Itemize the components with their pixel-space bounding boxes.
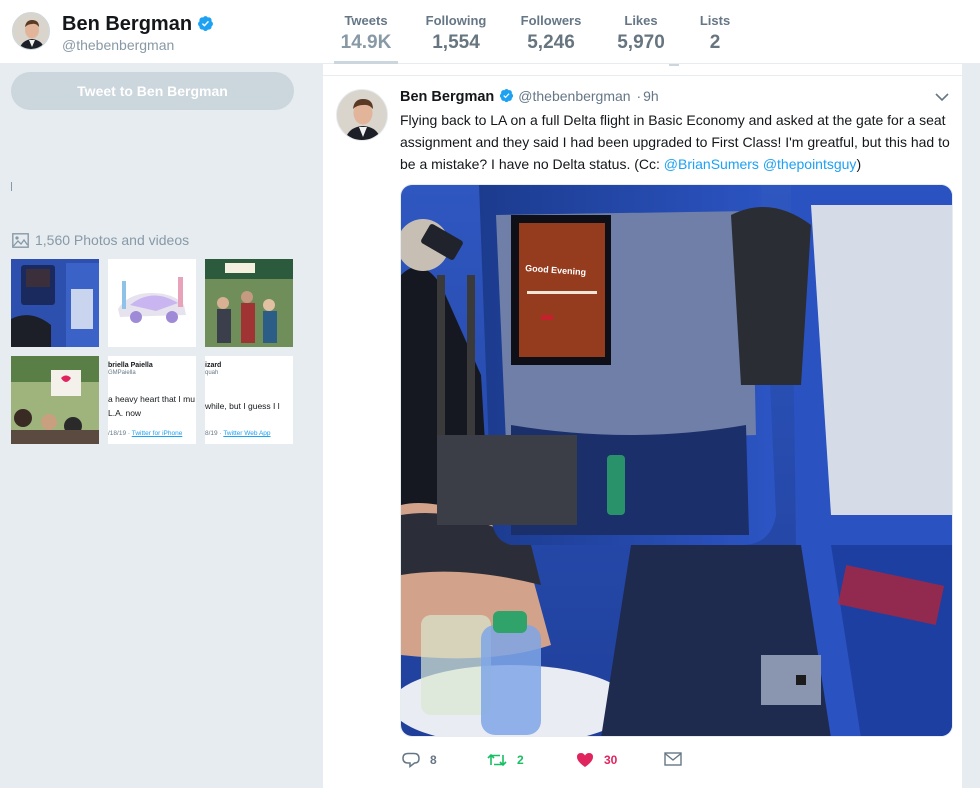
tweet-card-date: /18/19 · Twitter for iPhone xyxy=(108,430,182,438)
separator-dot: · xyxy=(636,88,642,104)
profile-name-text: Ben Bergman xyxy=(62,13,193,35)
tweet-card-thumbnail[interactable]: briella Paiella GMPaiella a heavy heart … xyxy=(108,356,196,444)
tweet-card-date-text: /18/19 · xyxy=(108,430,132,437)
photos-videos-label: 1,560 Photos and videos xyxy=(35,232,190,248)
stat-lists[interactable]: Lists 2 xyxy=(698,13,732,54)
profile-handle[interactable]: @thebenbergman xyxy=(62,37,174,53)
tweet-card-source: Twitter Web App xyxy=(223,430,271,437)
mention-link[interactable]: @thepointsguy xyxy=(763,156,857,172)
stat-followers-label: Followers xyxy=(520,13,582,28)
photos-videos-link[interactable]: 1,560 Photos and videos xyxy=(12,232,189,248)
tweet-card-handle: quah xyxy=(205,370,219,376)
stat-likes[interactable]: Likes 5,970 xyxy=(612,13,670,54)
tweet-header: Ben Bergman @thebenbergman · 9h xyxy=(400,88,659,105)
tweet-card-text: L.A. now xyxy=(108,408,142,418)
tweet-card-text: while, but I guess I l xyxy=(205,401,280,411)
stat-tweets-value: 14.9K xyxy=(340,32,392,53)
tweet-card-thumbnail[interactable]: izard quah while, but I guess I l 8/19 ·… xyxy=(205,356,293,444)
left-sidebar: Tweet to Ben Bergman 1,560 Photos and vi… xyxy=(0,64,322,788)
mention-link[interactable]: @BrianSumers xyxy=(664,156,759,172)
profile-avatar[interactable] xyxy=(12,12,50,50)
page-margin xyxy=(963,64,980,788)
retweet-button[interactable]: 2 xyxy=(487,752,524,768)
tweet-text: Flying back to LA on a full Delta flight… xyxy=(400,109,960,175)
stat-following-value: 1,554 xyxy=(432,32,480,53)
stat-following[interactable]: Following 1,554 xyxy=(422,13,490,54)
airplane-cabin-photo: Good Evening xyxy=(401,185,952,736)
photo-icon xyxy=(12,232,29,248)
divider xyxy=(11,182,12,191)
reply-count: 8 xyxy=(430,753,437,767)
stat-followers[interactable]: Followers 5,246 xyxy=(518,13,584,54)
stat-likes-label: Likes xyxy=(624,13,658,28)
stat-lists-label: Lists xyxy=(699,13,731,28)
media-thumbnail[interactable] xyxy=(11,356,99,444)
heart-icon xyxy=(577,753,593,767)
profile-nav-bar: Ben Bergman @thebenbergman Tweets 14.9K … xyxy=(0,0,980,65)
tweet-actions: 8 2 30 xyxy=(400,752,940,772)
retweet-count: 2 xyxy=(517,753,524,767)
divider xyxy=(669,64,679,66)
stat-tweets-label: Tweets xyxy=(344,13,388,28)
tweet-card-source: Twitter for iPhone xyxy=(131,430,183,437)
tweet-card-handle: GMPaiella xyxy=(108,370,136,376)
media-thumbnail[interactable] xyxy=(205,259,293,347)
divider xyxy=(323,75,964,76)
tweet-photo[interactable]: Good Evening xyxy=(400,184,953,737)
stat-following-label: Following xyxy=(425,13,487,28)
like-button[interactable]: 30 xyxy=(576,752,617,768)
tweet-author-name[interactable]: Ben Bergman xyxy=(400,89,494,105)
chevron-down-icon[interactable] xyxy=(935,92,949,102)
stat-lists-value: 2 xyxy=(709,32,721,53)
direct-message-icon xyxy=(664,752,682,766)
stat-tweets[interactable]: Tweets 14.9K xyxy=(334,13,398,65)
verified-badge-icon xyxy=(500,88,514,103)
verified-badge-icon xyxy=(198,16,213,31)
tweet-card-date: 8/19 · Twitter Web App xyxy=(205,430,271,438)
media-thumbnail[interactable] xyxy=(108,259,196,347)
tweet-author-handle[interactable]: @thebenbergman xyxy=(518,88,630,104)
tweet-author-avatar[interactable] xyxy=(336,89,388,141)
timeline: Ben Bergman @thebenbergman · 9h Flying bac… xyxy=(322,64,964,788)
reply-icon xyxy=(402,752,420,768)
stat-followers-value: 5,246 xyxy=(527,32,575,53)
media-thumbnail[interactable] xyxy=(11,259,99,347)
like-count: 30 xyxy=(604,753,618,767)
retweet-icon xyxy=(487,753,507,767)
tweet-timestamp[interactable]: 9h xyxy=(643,88,659,104)
reply-button[interactable]: 8 xyxy=(402,752,437,768)
direct-message-button[interactable] xyxy=(664,752,692,766)
stat-likes-value: 5,970 xyxy=(617,32,665,53)
tweet-card-text: a heavy heart that I mu xyxy=(108,394,195,404)
tweet-card-date-text: 8/19 · xyxy=(205,430,224,437)
profile-name[interactable]: Ben Bergman xyxy=(62,13,214,36)
tweet-to-button[interactable]: Tweet to Ben Bergman xyxy=(11,72,294,110)
tweet-text-end: ) xyxy=(856,156,862,172)
